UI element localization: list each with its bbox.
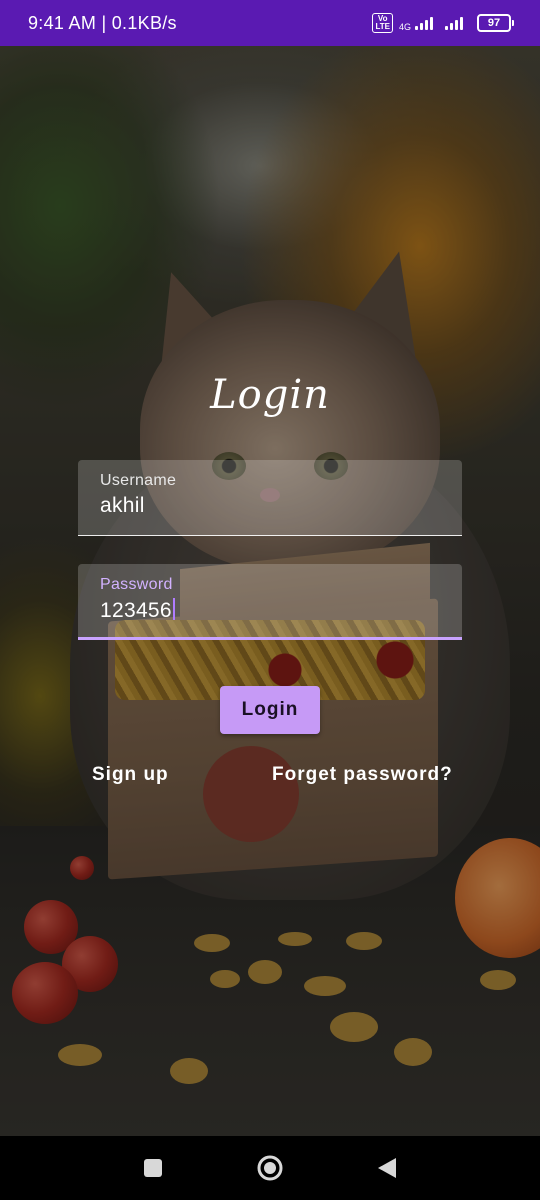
password-input-wrapper[interactable]: 123456 bbox=[100, 598, 175, 623]
text-cursor bbox=[172, 598, 175, 620]
username-input[interactable]: akhil bbox=[100, 494, 145, 518]
back-button[interactable] bbox=[364, 1136, 410, 1200]
password-field[interactable]: Password 123456 bbox=[78, 564, 462, 640]
password-input[interactable]: 123456 bbox=[100, 599, 172, 622]
screen: 9:41 AM | 0.1KB/s Vo LTE 4G 97 Login Use… bbox=[0, 0, 540, 1200]
login-button[interactable]: Login bbox=[220, 686, 320, 734]
signal-strength-icon bbox=[415, 16, 433, 30]
circle-home-icon bbox=[257, 1155, 283, 1181]
status-icons: Vo LTE 4G 97 bbox=[372, 13, 514, 33]
triangle-back-icon bbox=[378, 1158, 396, 1178]
volte-icon: Vo LTE bbox=[372, 13, 393, 33]
sign-up-link[interactable]: Sign up bbox=[92, 764, 169, 786]
battery-icon: 97 bbox=[477, 14, 514, 32]
network-type-label: 4G bbox=[398, 22, 411, 32]
recents-button[interactable] bbox=[130, 1136, 176, 1200]
username-label: Username bbox=[100, 472, 177, 489]
forget-password-link[interactable]: Forget password? bbox=[272, 764, 453, 786]
square-icon bbox=[144, 1159, 162, 1177]
username-field[interactable]: Username akhil bbox=[78, 460, 462, 536]
home-button[interactable] bbox=[247, 1136, 293, 1200]
battery-level: 97 bbox=[477, 14, 511, 32]
status-time: 9:41 AM | 0.1KB/s bbox=[28, 12, 177, 33]
page-title: Login bbox=[210, 372, 330, 418]
password-label: Password bbox=[100, 576, 173, 593]
navigation-bar bbox=[0, 1136, 540, 1200]
signal-strength-icon-2 bbox=[445, 16, 463, 30]
status-bar: 9:41 AM | 0.1KB/s Vo LTE 4G 97 bbox=[0, 0, 540, 46]
